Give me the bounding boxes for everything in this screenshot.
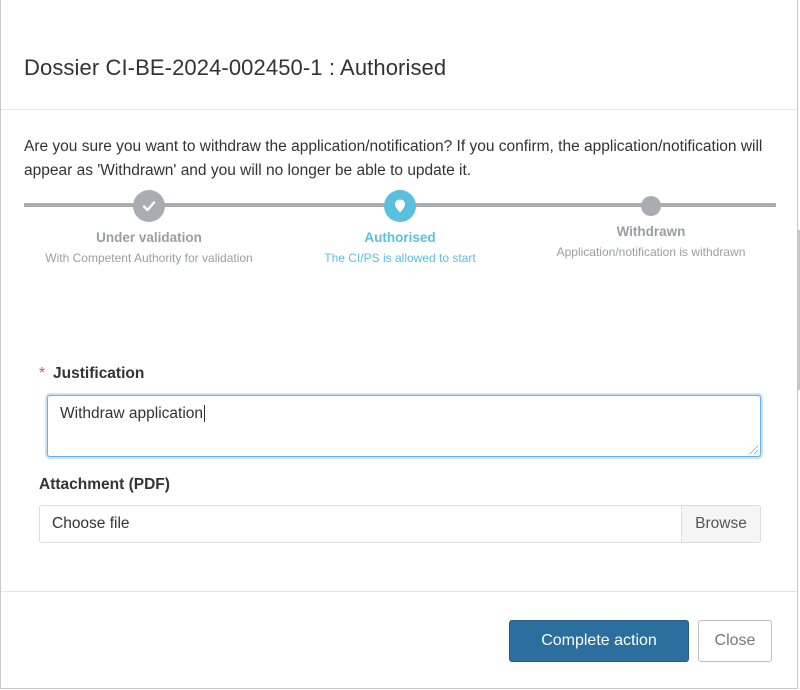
close-button[interactable]: Close xyxy=(698,620,772,662)
resize-grip-icon[interactable] xyxy=(749,445,758,454)
dialog-title: Dossier CI-BE-2024-002450-1 : Authorised xyxy=(24,55,447,80)
step-done-dot xyxy=(133,190,165,222)
text-caret xyxy=(204,405,206,422)
step-withdrawn: Withdrawn Application/notification is wi… xyxy=(526,190,776,259)
justification-textarea[interactable]: Withdraw application xyxy=(47,395,761,457)
dialog-header: Dossier CI-BE-2024-002450-1 : Authorised xyxy=(1,0,797,110)
dialog-footer: Complete action Close xyxy=(1,591,797,689)
browse-button[interactable]: Browse xyxy=(681,506,760,542)
justification-label-text: Justification xyxy=(53,365,145,382)
status-stepper: Under validation With Competent Authorit… xyxy=(24,190,776,280)
justification-value: Withdraw application xyxy=(60,405,204,422)
step-sublabel: The CI/PS is allowed to start xyxy=(324,251,476,265)
check-icon xyxy=(142,201,156,212)
required-marker: * xyxy=(39,365,46,382)
map-marker-icon xyxy=(395,199,405,213)
complete-action-button[interactable]: Complete action xyxy=(509,620,689,662)
step-under-validation: Under validation With Competent Authorit… xyxy=(24,190,274,265)
step-sublabel: With Competent Authority for validation xyxy=(45,251,253,265)
justification-label: * Justification xyxy=(39,365,144,383)
step-sublabel: Application/notification is withdrawn xyxy=(556,245,746,259)
step-pending-dot xyxy=(641,196,661,216)
withdraw-dialog: Dossier CI-BE-2024-002450-1 : Authorised… xyxy=(0,0,798,689)
attachment-file-input[interactable]: Choose file Browse xyxy=(39,505,761,543)
step-current-dot xyxy=(384,190,416,222)
step-label: Authorised xyxy=(364,230,436,245)
file-name-placeholder[interactable]: Choose file xyxy=(40,506,681,542)
confirm-message: Are you sure you want to withdraw the ap… xyxy=(24,138,763,179)
step-label: Under validation xyxy=(96,230,202,245)
attachment-label: Attachment (PDF) xyxy=(39,476,170,493)
step-label: Withdrawn xyxy=(616,224,686,239)
step-authorised: Authorised The CI/PS is allowed to start xyxy=(275,190,525,265)
